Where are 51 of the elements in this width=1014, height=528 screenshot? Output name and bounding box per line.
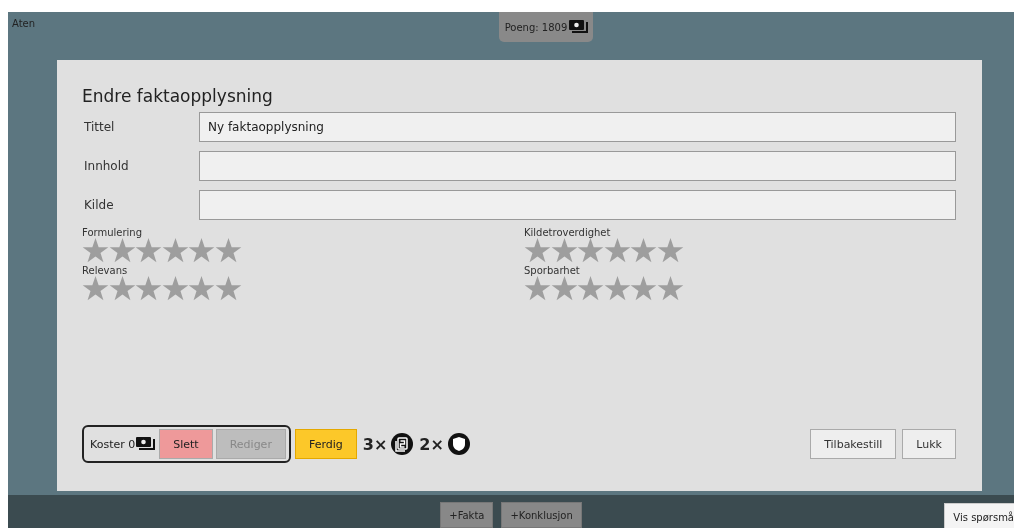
star-icon[interactable] xyxy=(108,276,136,301)
field-label: Innhold xyxy=(83,159,130,173)
money-icon xyxy=(569,20,590,34)
star-icon[interactable] xyxy=(524,238,551,263)
show-questions-button[interactable]: Vis spørsmå xyxy=(944,503,1014,528)
star-icon[interactable] xyxy=(603,276,631,301)
rating-label: Relevans xyxy=(82,265,129,276)
rating-label: Sporbarhet xyxy=(524,265,581,276)
add-conclusion-button[interactable]: +Konklusjon xyxy=(501,502,582,528)
item-count: 2× xyxy=(419,434,444,454)
delete-button[interactable]: Slett xyxy=(159,429,213,459)
close-button[interactable]: Lukk xyxy=(902,429,956,459)
star-icon[interactable] xyxy=(630,276,657,301)
star-icon[interactable] xyxy=(188,276,215,301)
star-icon[interactable] xyxy=(603,238,631,263)
dialog-title: Endre faktaopplysning xyxy=(82,86,274,106)
star-icon[interactable] xyxy=(161,238,189,263)
card-stack-icon xyxy=(391,433,414,455)
rating-label: Formulering xyxy=(82,227,144,238)
points-label: Poeng: 1809 xyxy=(504,21,568,33)
field-label: Kilde xyxy=(83,198,115,212)
money-icon xyxy=(136,437,157,451)
text-field[interactable] xyxy=(199,190,956,220)
text-field[interactable]: Ny faktaopplysning xyxy=(199,112,956,142)
star-icon[interactable] xyxy=(656,276,684,301)
star-icon[interactable] xyxy=(656,238,684,263)
player-name: Aten xyxy=(12,18,36,29)
star-icon[interactable] xyxy=(188,238,215,263)
star-icon[interactable] xyxy=(630,238,657,263)
star-icon[interactable] xyxy=(577,238,604,263)
item-count: 3× xyxy=(362,434,388,454)
add-fact-button[interactable]: +Fakta xyxy=(440,502,494,528)
shield-icon xyxy=(447,433,470,455)
star-icon[interactable] xyxy=(161,276,189,301)
star-icon[interactable] xyxy=(550,276,578,301)
done-button[interactable]: Ferdig xyxy=(294,429,357,459)
star-icon[interactable] xyxy=(524,276,551,301)
star-icon[interactable] xyxy=(108,238,136,263)
star-icon[interactable] xyxy=(214,238,242,263)
text-field[interactable] xyxy=(199,151,956,181)
field-label: Tittel xyxy=(83,120,116,134)
cost-label: Koster 0 xyxy=(90,437,136,451)
star-icon[interactable] xyxy=(135,238,162,263)
star-icon[interactable] xyxy=(214,276,242,301)
reset-button[interactable]: Tilbakestill xyxy=(810,429,897,459)
star-icon[interactable] xyxy=(82,276,109,301)
star-icon[interactable] xyxy=(577,276,604,301)
star-icon[interactable] xyxy=(135,276,162,301)
rating-label: Kildetroverdighet xyxy=(524,227,612,238)
star-icon[interactable] xyxy=(550,238,578,263)
star-icon[interactable] xyxy=(82,238,109,263)
